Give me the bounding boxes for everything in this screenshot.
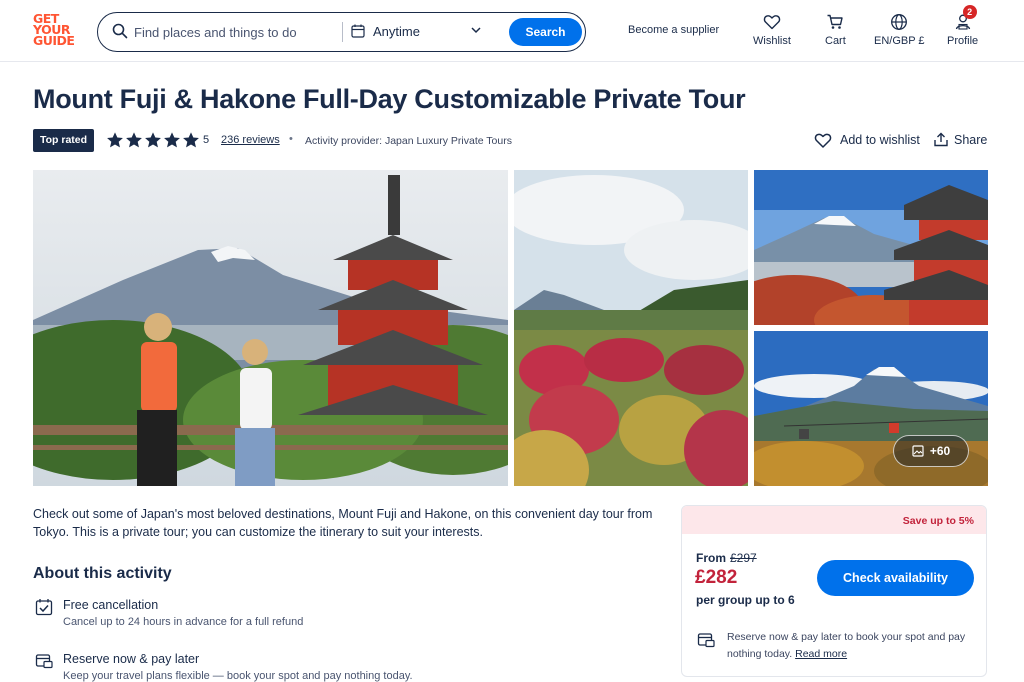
getyourguide-logo[interactable]: GET YOUR GUIDE <box>33 12 81 48</box>
calendar-card-icon <box>697 633 715 648</box>
search-input[interactable] <box>134 22 334 42</box>
read-more-link[interactable]: Read more <box>795 648 847 660</box>
nav-language[interactable]: EN/GBP £ <box>874 13 925 47</box>
gallery-main-photo[interactable] <box>33 170 508 486</box>
nav-cart-label: Cart <box>825 35 846 47</box>
star-icon <box>107 132 123 148</box>
logo-line: GUIDE <box>33 33 75 48</box>
star-icon <box>164 132 180 148</box>
search-divider <box>342 22 343 42</box>
calendar-icon <box>351 24 365 38</box>
from-label: From <box>696 551 726 565</box>
original-price: £297 <box>730 551 757 565</box>
gallery-photo-flowers[interactable] <box>514 170 748 486</box>
nav-wishlist-label: Wishlist <box>753 35 791 47</box>
profile-badge: 2 <box>962 5 977 19</box>
date-label: Anytime <box>373 24 420 39</box>
product-meta-row: Top rated 5 236 reviews • Activity provi… <box>33 129 988 153</box>
heart-icon <box>763 15 781 30</box>
calendar-check-icon <box>35 599 53 616</box>
heart-icon <box>814 133 832 148</box>
date-picker[interactable]: Anytime <box>351 21 486 43</box>
reviews-link[interactable]: 236 reviews <box>221 134 280 146</box>
nav-profile-label: Profile <box>947 35 979 47</box>
star-rating <box>106 131 200 149</box>
cart-icon <box>827 14 844 29</box>
star-icon <box>126 132 142 148</box>
nav-profile[interactable]: 2 Profile <box>947 5 979 47</box>
add-to-wishlist-label: Add to wishlist <box>840 133 920 147</box>
feature-title: Reserve now & pay later <box>63 652 200 666</box>
activity-description: Check out some of Japan's most beloved d… <box>33 507 653 539</box>
calendar-card-icon <box>35 654 53 669</box>
chevron-down-icon <box>471 27 481 34</box>
feature-description: Cancel up to 24 hours in advance for a f… <box>63 616 304 628</box>
nav-cart[interactable]: Cart <box>825 13 846 47</box>
become-supplier-link[interactable]: Become a supplier <box>628 24 719 36</box>
reserve-info: Reserve now & pay later to book your spo… <box>727 629 982 663</box>
globe-icon <box>891 14 908 30</box>
separator-dot: • <box>289 133 293 145</box>
search-bar: Anytime Search <box>97 12 586 52</box>
rating-value: 5 <box>203 134 210 146</box>
booking-card: Save up to 5% From £297 £282 per group u… <box>681 505 987 677</box>
share-icon <box>934 132 948 147</box>
search-icon <box>112 23 128 39</box>
more-photos-button[interactable]: +60 <box>893 435 969 467</box>
image-icon <box>912 445 924 457</box>
gallery-photo-pagoda[interactable] <box>754 170 988 325</box>
star-icon <box>183 132 199 148</box>
nav-language-label: EN/GBP £ <box>874 35 925 47</box>
activity-provider: Activity provider: Japan Luxury Private … <box>305 135 512 147</box>
top-rated-badge: Top rated <box>33 129 95 152</box>
site-header: GET YOUR GUIDE Anytime Search Become a s… <box>0 0 1024 62</box>
page-title: Mount Fuji & Hakone Full-Day Customizabl… <box>33 84 746 114</box>
save-text: Save up to 5% <box>902 515 974 527</box>
check-availability-button[interactable]: Check availability <box>817 560 974 596</box>
feature-description: Keep your travel plans flexible — book y… <box>63 670 413 682</box>
more-photos-count: +60 <box>929 444 951 458</box>
feature-title: Free cancellation <box>63 598 159 612</box>
share-label: Share <box>954 133 988 147</box>
search-button[interactable]: Search <box>509 18 582 46</box>
current-price: £282 <box>695 567 738 588</box>
price-unit: per group up to 6 <box>696 593 795 607</box>
star-icon <box>145 132 161 148</box>
nav-wishlist[interactable]: Wishlist <box>753 13 791 47</box>
save-banner: Save up to 5% <box>682 506 986 534</box>
about-heading: About this activity <box>33 565 172 582</box>
